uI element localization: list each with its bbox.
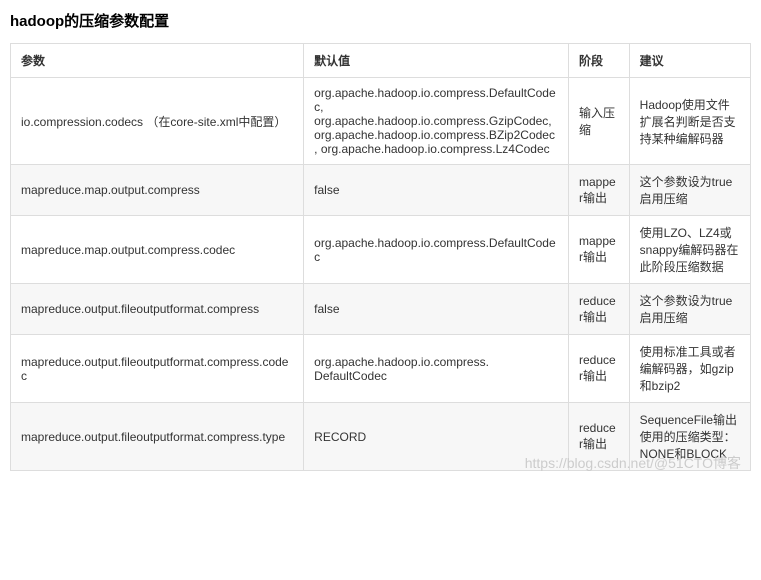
cell-param: mapreduce.map.output.compress <box>11 165 304 216</box>
table-row: mapreduce.map.output.compress false mapp… <box>11 165 751 216</box>
table-row: mapreduce.output.fileoutputformat.compre… <box>11 284 751 335</box>
cell-param: mapreduce.output.fileoutputformat.compre… <box>11 403 304 471</box>
cell-param: mapreduce.output.fileoutputformat.compre… <box>11 335 304 403</box>
cell-default: false <box>304 284 569 335</box>
cell-default: RECORD <box>304 403 569 471</box>
cell-param: io.compression.codecs （在core-site.xml中配置… <box>11 78 304 165</box>
table-row: mapreduce.output.fileoutputformat.compre… <box>11 335 751 403</box>
cell-default: org.apache.hadoop.io.compress. DefaultCo… <box>304 335 569 403</box>
cell-default: org.apache.hadoop.io.compress.DefaultCod… <box>304 216 569 284</box>
params-table: 参数 默认值 阶段 建议 io.compression.codecs （在cor… <box>10 43 751 471</box>
cell-default: false <box>304 165 569 216</box>
page-title: hadoop的压缩参数配置 <box>10 10 751 31</box>
cell-suggest: 使用LZO、LZ4或snappy编解码器在此阶段压缩数据 <box>629 216 750 284</box>
table-row: mapreduce.output.fileoutputformat.compre… <box>11 403 751 471</box>
cell-stage: mapper输出 <box>569 165 630 216</box>
cell-suggest: 这个参数设为true启用压缩 <box>629 284 750 335</box>
cell-stage: reducer输出 <box>569 284 630 335</box>
table-row: io.compression.codecs （在core-site.xml中配置… <box>11 78 751 165</box>
cell-suggest: 这个参数设为true启用压缩 <box>629 165 750 216</box>
cell-stage: reducer输出 <box>569 403 630 471</box>
cell-stage: mapper输出 <box>569 216 630 284</box>
cell-param: mapreduce.output.fileoutputformat.compre… <box>11 284 304 335</box>
header-stage: 阶段 <box>569 44 630 78</box>
cell-stage: reducer输出 <box>569 335 630 403</box>
header-param: 参数 <box>11 44 304 78</box>
header-default: 默认值 <box>304 44 569 78</box>
cell-stage: 输入压缩 <box>569 78 630 165</box>
cell-suggest: SequenceFile输出使用的压缩类型：NONE和BLOCK <box>629 403 750 471</box>
cell-param: mapreduce.map.output.compress.codec <box>11 216 304 284</box>
cell-default: org.apache.hadoop.io.compress.DefaultCod… <box>304 78 569 165</box>
table-row: mapreduce.map.output.compress.codec org.… <box>11 216 751 284</box>
cell-suggest: 使用标准工具或者编解码器，如gzip和bzip2 <box>629 335 750 403</box>
header-suggest: 建议 <box>629 44 750 78</box>
table-header-row: 参数 默认值 阶段 建议 <box>11 44 751 78</box>
cell-suggest: Hadoop使用文件扩展名判断是否支持某种编解码器 <box>629 78 750 165</box>
